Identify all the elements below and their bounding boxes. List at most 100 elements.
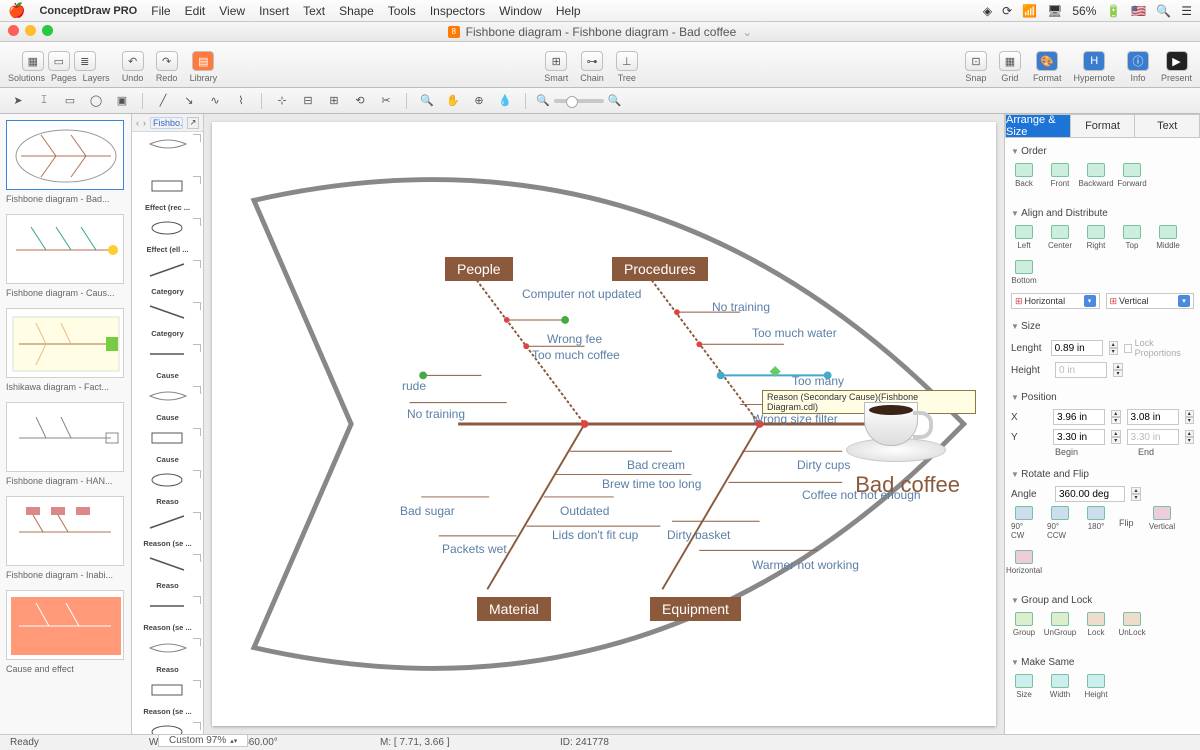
group-button[interactable]: Group <box>1011 612 1037 637</box>
smart-button[interactable]: ⊞ <box>545 51 567 71</box>
pages-button[interactable]: ▭ <box>48 51 70 71</box>
undo-button[interactable]: ↶ <box>122 51 144 71</box>
window-close-icon[interactable] <box>8 25 19 36</box>
height-spinner[interactable]: ▴▾ <box>1113 363 1123 377</box>
tab-text[interactable]: Text <box>1135 114 1200 138</box>
lib-back-icon[interactable]: ‹ <box>136 118 139 128</box>
zoom-slider[interactable] <box>554 99 604 103</box>
library-button[interactable]: ▤ <box>192 51 214 71</box>
path-tool-icon[interactable]: ⌇ <box>231 92 251 110</box>
ellipse-tool-icon[interactable]: ◯ <box>86 92 106 110</box>
height-input[interactable] <box>1055 362 1107 378</box>
category-equipment[interactable]: Equipment <box>650 597 741 621</box>
library-item[interactable]: Reason (se ... <box>132 510 203 552</box>
app-name[interactable]: ConceptDraw PRO <box>39 5 137 17</box>
rotate-tool-icon[interactable]: ⟲ <box>350 92 370 110</box>
menu-file[interactable]: File <box>151 4 170 18</box>
align-center-button[interactable]: Center <box>1047 225 1073 250</box>
library-item[interactable]: Reaso <box>132 552 203 594</box>
status-wifi-icon[interactable]: 📶 <box>1022 4 1037 18</box>
flip-horizontal-button[interactable]: Horizontal <box>1011 550 1037 575</box>
library-item[interactable]: Reaso n <box>132 720 203 734</box>
lock-proportions-checkbox[interactable] <box>1124 344 1132 353</box>
x2-spinner[interactable]: ▴▾ <box>1185 410 1194 424</box>
y2-spinner[interactable]: ▴▾ <box>1185 430 1194 444</box>
y-input[interactable] <box>1053 429 1105 445</box>
effect-label[interactable]: Bad coffee <box>855 472 960 498</box>
section-group[interactable]: Group and Lock <box>1011 591 1194 610</box>
lib-forward-icon[interactable]: › <box>143 118 146 128</box>
align-top-button[interactable]: Top <box>1119 225 1145 250</box>
bone-material[interactable] <box>487 424 584 589</box>
connector-tool-icon[interactable]: ↘ <box>179 92 199 110</box>
order-forward-button[interactable]: Forward <box>1119 163 1145 188</box>
library-item[interactable]: Cause <box>132 384 203 426</box>
flip-vertical-button[interactable]: Vertical <box>1149 506 1175 540</box>
library-item[interactable]: Reason (se ... <box>132 678 203 720</box>
zoom-out-icon[interactable]: 🔍 <box>536 94 550 107</box>
library-item[interactable]: Reaso <box>132 636 203 678</box>
status-diamond-icon[interactable]: ◈ <box>983 4 992 18</box>
rotate-180-button[interactable]: 180° <box>1083 506 1109 540</box>
status-sync-icon[interactable]: ⟳ <box>1002 4 1012 18</box>
pointer-tool-icon[interactable]: ➤ <box>8 92 28 110</box>
menu-inspectors[interactable]: Inspectors <box>430 4 485 18</box>
library-item[interactable]: Category <box>132 300 203 342</box>
scissors-tool-icon[interactable]: ✂ <box>376 92 396 110</box>
x2-input[interactable] <box>1127 409 1179 425</box>
category-people[interactable]: People <box>445 257 513 281</box>
library-item[interactable]: Cause <box>132 342 203 384</box>
page-thumb[interactable] <box>6 308 124 378</box>
library-item[interactable]: Effect (ell ... <box>132 216 203 258</box>
solutions-button[interactable]: ▦ <box>22 51 44 71</box>
y-spinner[interactable]: ▴▾ <box>1111 430 1120 444</box>
section-makesame[interactable]: Make Same <box>1011 653 1194 672</box>
category-procedures[interactable]: Procedures <box>612 257 708 281</box>
makesame-size-button[interactable]: Size <box>1011 674 1037 699</box>
status-flag-icon[interactable]: 🇺🇸 <box>1131 4 1146 18</box>
status-display-icon[interactable]: 🖥 <box>1047 4 1062 18</box>
x-spinner[interactable]: ▴▾ <box>1111 410 1120 424</box>
angle-input[interactable] <box>1055 486 1125 502</box>
length-spinner[interactable]: ▴▾ <box>1109 341 1118 355</box>
length-input[interactable] <box>1051 340 1103 356</box>
lock-button[interactable]: Lock <box>1083 612 1109 637</box>
library-item[interactable]: Category <box>132 258 203 300</box>
page-thumb[interactable] <box>6 120 124 190</box>
page-thumb[interactable] <box>6 590 124 660</box>
y2-input[interactable] <box>1127 429 1179 445</box>
snap-button[interactable]: ⊡ <box>965 51 987 71</box>
text-tool-icon[interactable]: 𝙸 <box>34 92 54 110</box>
menu-edit[interactable]: Edit <box>185 4 206 18</box>
zoom-in-icon[interactable]: 🔍 <box>417 92 437 110</box>
order-back-button[interactable]: Back <box>1011 163 1037 188</box>
align-middle-button[interactable]: Middle <box>1155 225 1181 250</box>
align-right-button[interactable]: Right <box>1083 225 1109 250</box>
lib-expand-icon[interactable]: ↗ <box>187 117 199 129</box>
section-align[interactable]: Align and Distribute <box>1011 204 1194 223</box>
library-item[interactable]: Reaso <box>132 468 203 510</box>
library-item[interactable]: Cause <box>132 426 203 468</box>
tree-button[interactable]: ⊥ <box>616 51 638 71</box>
distribute-tool-icon[interactable]: ⊞ <box>324 92 344 110</box>
library-item[interactable]: Reason (se ... <box>132 594 203 636</box>
chain-button[interactable]: ⊶ <box>581 51 603 71</box>
menu-text[interactable]: Text <box>303 4 325 18</box>
shape-tool-icon[interactable]: ▣ <box>112 92 132 110</box>
bone-equipment[interactable] <box>662 424 759 589</box>
menu-view[interactable]: View <box>219 4 245 18</box>
coffee-cup-icon[interactable] <box>846 402 956 482</box>
status-spotlight-icon[interactable]: 🔍 <box>1156 4 1171 18</box>
angle-spinner[interactable]: ▴▾ <box>1131 487 1141 501</box>
tab-format[interactable]: Format <box>1071 114 1136 138</box>
dropdown-chevron-icon[interactable]: ⌄ <box>742 25 752 39</box>
info-button[interactable]: ⓘ <box>1127 51 1149 71</box>
lib-title[interactable]: Fishbo... <box>150 117 183 129</box>
zoom-in-icon-2[interactable]: 🔍 <box>608 94 622 107</box>
makesame-height-button[interactable]: Height <box>1083 674 1109 699</box>
status-battery-icon[interactable]: 🔋 <box>1106 4 1121 18</box>
line-tool-icon[interactable]: ╱ <box>153 92 173 110</box>
align-bottom-button[interactable]: Bottom <box>1011 260 1037 285</box>
align-tool-icon[interactable]: ⊟ <box>298 92 318 110</box>
order-backward-button[interactable]: Backward <box>1083 163 1109 188</box>
